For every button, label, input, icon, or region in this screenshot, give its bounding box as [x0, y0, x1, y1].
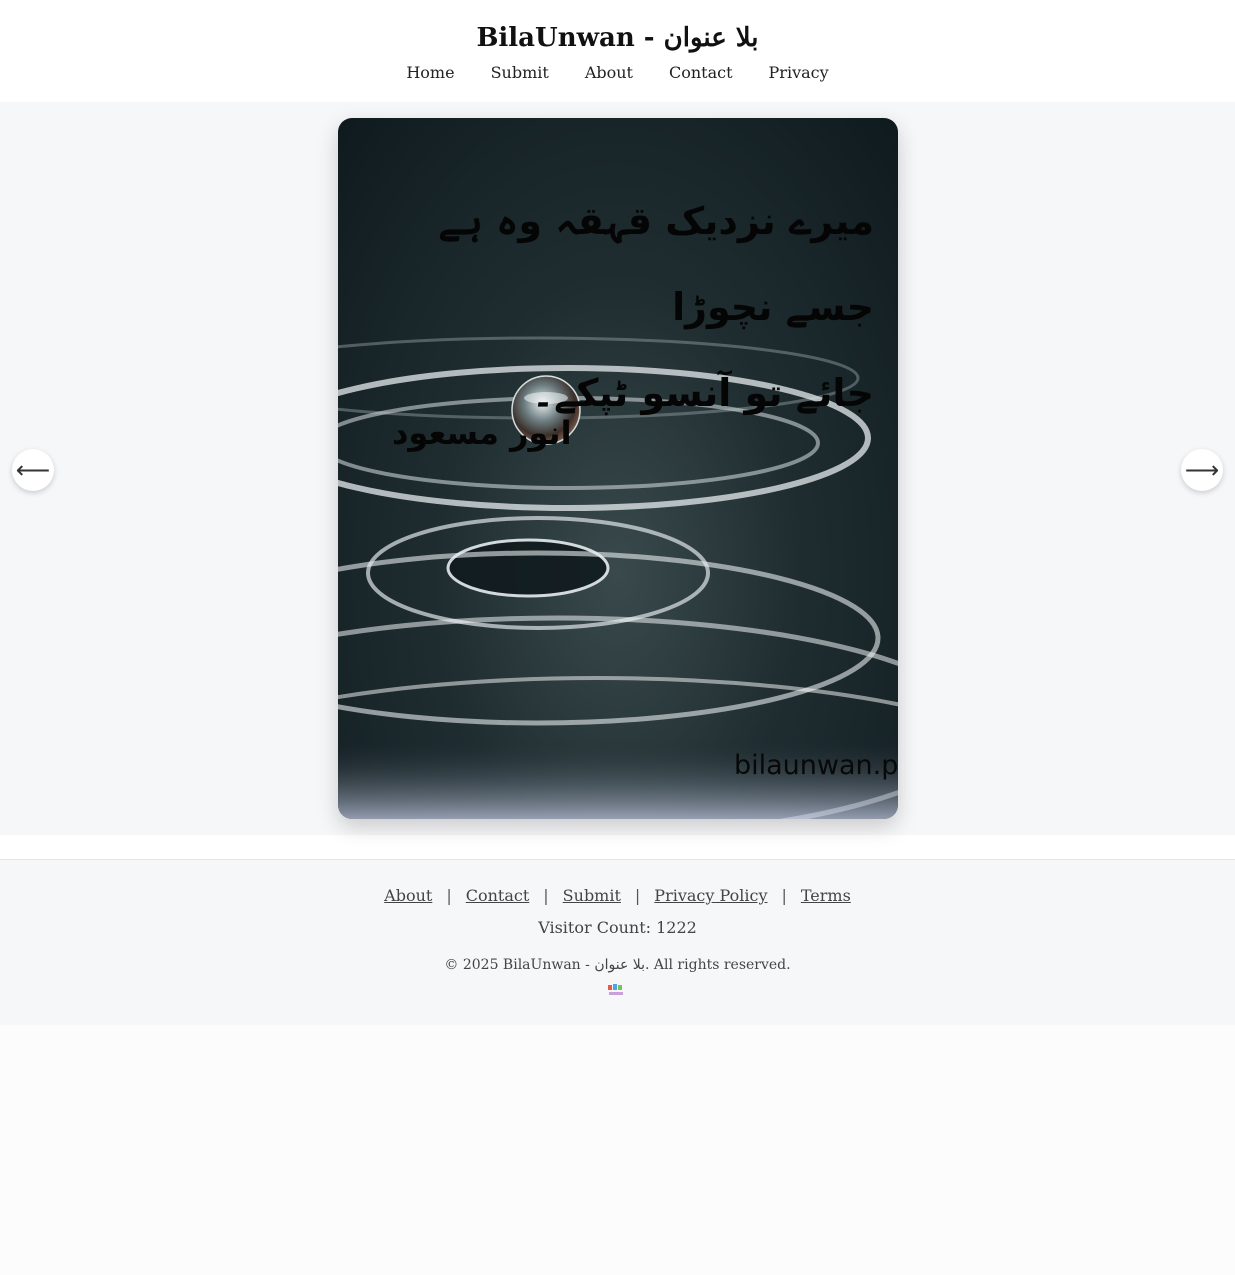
image-viewer: ⟵ میرے نزدیک قہقہ وہ ہے جسے نچوڑا جائے ت… — [0, 102, 1235, 835]
quote-author: انور مسعود — [392, 414, 572, 452]
site-header: BilaUnwan - بلا عنوان Home Submit About … — [0, 0, 1235, 102]
footer-links: About | Contact | Submit | Privacy Polic… — [0, 886, 1235, 905]
nav-privacy-link[interactable]: Privacy — [769, 62, 829, 84]
quote-text: میرے نزدیک قہقہ وہ ہے جسے نچوڑا جائے تو … — [434, 178, 874, 436]
footer-about-link[interactable]: About — [384, 886, 432, 905]
footer-submit-link[interactable]: Submit — [563, 886, 621, 905]
nav-submit-link[interactable]: Submit — [491, 62, 549, 84]
main-nav: Home Submit About Contact Privacy — [0, 62, 1235, 84]
quote-line-1: میرے نزدیک قہقہ وہ ہے جسے نچوڑا — [438, 199, 874, 329]
nav-contact-link[interactable]: Contact — [669, 62, 733, 84]
section-spacer — [0, 835, 1235, 859]
footer-separator: | — [543, 886, 549, 905]
next-arrow-button[interactable]: ⟶ — [1181, 449, 1223, 491]
arrow-right-icon: ⟶ — [1184, 456, 1220, 484]
footer-separator: | — [634, 886, 641, 905]
footer-separator: | — [446, 886, 452, 905]
image-watermark: bilaunwan.pk — [734, 750, 898, 781]
site-footer: About | Contact | Submit | Privacy Polic… — [0, 859, 1235, 1025]
visitor-count: Visitor Count: 1222 — [538, 918, 697, 937]
footer-privacy-policy-link[interactable]: Privacy Policy — [654, 886, 767, 905]
prev-arrow-button[interactable]: ⟵ — [12, 449, 54, 491]
nav-home-link[interactable]: Home — [406, 62, 454, 84]
footer-logo-icon — [608, 984, 623, 995]
arrow-left-icon: ⟵ — [15, 456, 51, 484]
site-title[interactable]: BilaUnwan - بلا عنوان — [0, 20, 1235, 56]
footer-contact-link[interactable]: Contact — [466, 886, 530, 905]
quote-image-card: میرے نزدیک قہقہ وہ ہے جسے نچوڑا جائے تو … — [338, 118, 898, 819]
copyright-text: © 2025 BilaUnwan - بلا عنوان. All rights… — [444, 957, 791, 973]
nav-about-link[interactable]: About — [585, 62, 633, 84]
footer-terms-link[interactable]: Terms — [801, 886, 851, 905]
footer-separator: | — [781, 886, 787, 905]
